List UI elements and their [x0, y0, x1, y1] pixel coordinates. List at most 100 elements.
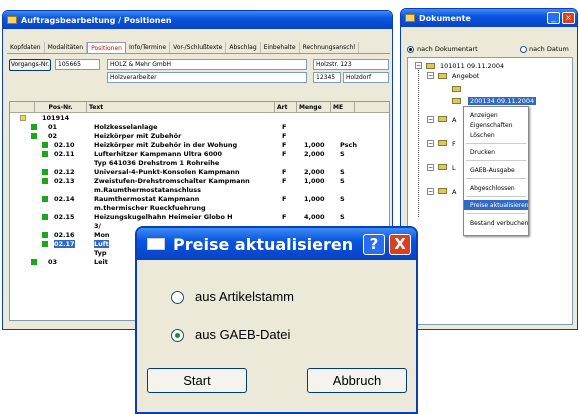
table-row[interactable]: Typ 641036 Drehstrom 1 Rohreihe	[10, 159, 389, 167]
docs-app-icon	[405, 14, 415, 22]
col-text[interactable]: Text	[87, 102, 275, 112]
tree-selected-doc[interactable]: 200134 09.11.2004	[468, 97, 537, 105]
row-marker-icon	[31, 124, 37, 130]
cell-menge: 1,000	[304, 195, 325, 203]
zip-field[interactable]: 12345	[313, 72, 341, 83]
document-icon	[452, 86, 461, 92]
cell-pos: 101914	[42, 114, 70, 122]
close-icon[interactable]: ×	[562, 12, 575, 24]
tab-rechnungsanschl[interactable]: Rechnungsanschl	[300, 42, 360, 53]
radio-by-date[interactable]	[520, 46, 527, 53]
cell-text: Leit	[94, 258, 108, 266]
row-marker-icon	[42, 196, 48, 202]
menu-gaeb-ausgabe[interactable]: GAEB-Ausgabe	[464, 165, 528, 175]
docs-title: Dokumente	[419, 13, 471, 23]
table-row[interactable]: 01 Holzkesselanlage F	[10, 123, 389, 131]
cell-me: S	[340, 150, 345, 158]
expand-icon[interactable]: −	[427, 140, 434, 147]
menu-anzeigen[interactable]: Anzeigen	[464, 110, 528, 120]
collapse-icon[interactable]: −	[427, 72, 434, 79]
main-titlebar: Auftragsbearbeitung / Positionen	[3, 11, 392, 29]
document-icon	[452, 98, 461, 104]
radio-by-date-label: nach Datum	[529, 45, 569, 53]
cancel-button[interactable]: Abbruch	[307, 368, 407, 393]
tree-root[interactable]: 101011 09.11.2004	[440, 62, 504, 70]
tree-line	[418, 67, 419, 217]
menu-bestand-verbuchen[interactable]: Bestand verbuchen	[464, 218, 528, 228]
table-row[interactable]: 101914	[10, 114, 389, 122]
table-row[interactable]: 02.11 Lufterhitzer Kampmann Ultra 6000 F 2,…	[10, 150, 389, 158]
cell-text: m.thermischer Rueckfuehrung	[94, 204, 206, 212]
app-icon	[7, 16, 17, 24]
folder-icon	[426, 63, 435, 69]
tab-modalitaeten[interactable]: Modalitäten	[45, 42, 88, 53]
cell-text: Typ 641036 Drehstrom 1 Rohreihe	[94, 159, 220, 167]
cell-menge: 1,000	[304, 141, 325, 149]
expand-icon[interactable]: −	[427, 116, 434, 123]
cell-me: S	[340, 168, 345, 176]
cell-me: S	[340, 177, 345, 185]
customer-name-field[interactable]: HOLZ & Mehr GmbH	[107, 59, 307, 70]
street-field[interactable]: Holzstr. 123	[313, 59, 389, 70]
cell-art: F	[282, 132, 287, 140]
tab-positionen[interactable]: Positionen	[87, 42, 126, 53]
expand-icon[interactable]: −	[427, 164, 434, 171]
col-art[interactable]: Art	[275, 102, 297, 112]
vorgang-button[interactable]: Vorgangs-Nr.	[9, 59, 51, 71]
cell-art: F	[282, 150, 287, 158]
cell-pos: 02.16	[54, 231, 75, 239]
city-field[interactable]: Holzdorf	[343, 72, 389, 83]
folder-icon	[438, 140, 447, 146]
minimize-icon[interactable]: _	[547, 12, 560, 24]
close-icon[interactable]: X	[389, 234, 411, 255]
start-button[interactable]: Start	[147, 368, 247, 393]
row-marker-icon	[42, 232, 48, 238]
folder-icon	[438, 188, 447, 194]
table-row[interactable]: 02 Heizkörper mit Zubehör F	[10, 132, 389, 140]
table-row[interactable]: m.thermischer Rueckfuehrung	[10, 204, 389, 212]
table-row[interactable]: 02.14 Raumthermostat Kampmann F 1,000 S	[10, 195, 389, 203]
col-pos[interactable]: Pos-Nr.	[35, 102, 87, 112]
tab-einbehalte[interactable]: Einbehalte	[261, 42, 300, 53]
menu-abgeschlossen[interactable]: Abgeschlossen	[464, 183, 528, 193]
collapse-icon[interactable]: −	[415, 62, 422, 69]
tree-node-a2[interactable]: A	[452, 188, 456, 196]
radio-by-type[interactable]	[407, 46, 414, 53]
table-row[interactable]: 02.13 Zweistufen-Drehstromschalter Kampma…	[10, 177, 389, 185]
cell-pos: 02.15	[54, 213, 75, 221]
cell-menge: 2,000	[304, 168, 325, 176]
tree-node-f[interactable]: F	[452, 140, 456, 148]
menu-eigenschaften[interactable]: Eigenschaften	[464, 120, 528, 130]
menu-loeschen[interactable]: Löschen	[464, 130, 528, 140]
help-icon[interactable]: ?	[363, 234, 385, 255]
cell-pos: 01	[48, 123, 58, 131]
cell-pos: 02.17	[54, 240, 75, 248]
tab-vor-schlusstexte[interactable]: Vor-/Schlußtexte	[170, 42, 227, 53]
table-row[interactable]: 02.15 Heizungskugelhahn Heimeier Globo H F…	[10, 213, 389, 221]
tree-node-l[interactable]: L	[452, 164, 456, 172]
table-row[interactable]: m.Raumthermostatanschluss	[10, 186, 389, 194]
col-me[interactable]: ME	[331, 102, 355, 112]
cell-pos: 02.13	[54, 177, 75, 185]
menu-separator	[466, 143, 526, 144]
radio-gaeb-datei[interactable]	[171, 329, 184, 342]
table-row[interactable]: 02.10 Heizkörper mit Zubehör in der Wohun…	[10, 141, 389, 149]
tab-info-termine[interactable]: Info/Termine	[126, 42, 171, 53]
vorgang-nr-field[interactable]: 105665	[55, 59, 100, 70]
table-row[interactable]: 02.12 Universal-4-Punkt-Konsolen Kampmann…	[10, 168, 389, 176]
cell-art: F	[282, 168, 287, 176]
menu-drucken[interactable]: Drucken	[464, 147, 528, 157]
tree-node-a1[interactable]: A	[452, 116, 456, 124]
tree-angebot[interactable]: Angebot	[452, 72, 479, 80]
cell-menge: 1,000	[304, 177, 325, 185]
row-marker-icon	[42, 151, 48, 157]
col-menge[interactable]: Menge	[297, 102, 331, 112]
radio-artikelstamm[interactable]	[171, 291, 184, 304]
customer-sub-field[interactable]: Holzverarbeiter	[107, 72, 307, 83]
expand-icon[interactable]: −	[427, 188, 434, 195]
tab-abschlag[interactable]: Abschlag	[226, 42, 261, 53]
menu-preise-aktualisieren[interactable]: Preise aktualisieren	[464, 200, 529, 210]
folder-icon	[438, 73, 447, 79]
radio-by-type-label: nach Dokumentart	[417, 45, 478, 53]
tab-kopfdaten[interactable]: Kopfdaten	[7, 42, 45, 53]
